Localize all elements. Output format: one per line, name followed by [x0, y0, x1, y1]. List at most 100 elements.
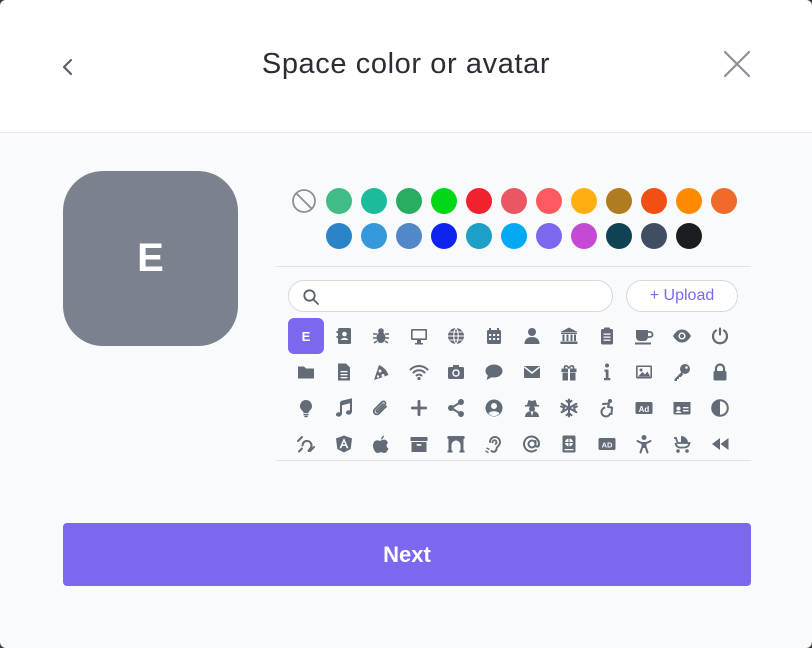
archway-icon	[447, 436, 465, 453]
color-swatch[interactable]	[606, 223, 632, 249]
color-swatch[interactable]	[536, 188, 562, 214]
lightbulb-icon	[300, 400, 312, 418]
icon-option[interactable]	[288, 390, 324, 426]
icon-option[interactable]	[326, 318, 362, 354]
icon-option[interactable]	[702, 390, 738, 426]
ban-icon[interactable]	[290, 187, 318, 215]
color-swatch[interactable]	[711, 188, 737, 214]
icon-option[interactable]	[626, 426, 662, 462]
icon-option[interactable]	[476, 318, 512, 354]
avatar-preview: E	[63, 171, 238, 346]
color-swatch[interactable]	[641, 188, 667, 214]
icon-option[interactable]	[363, 354, 399, 390]
icon-option[interactable]	[326, 426, 362, 462]
coffee-icon	[635, 330, 654, 345]
icon-option[interactable]	[551, 318, 587, 354]
color-swatch[interactable]	[606, 188, 632, 214]
icon-option[interactable]	[702, 354, 738, 390]
icon-option[interactable]	[702, 318, 738, 354]
icon-option[interactable]	[288, 354, 324, 390]
icon-option[interactable]	[551, 390, 587, 426]
color-swatch[interactable]	[501, 223, 527, 249]
icon-option[interactable]: Ad	[626, 390, 662, 426]
icon-option[interactable]	[363, 426, 399, 462]
icon-option[interactable]	[514, 354, 550, 390]
icon-option[interactable]	[702, 426, 738, 462]
backward-icon	[711, 438, 729, 450]
icon-option[interactable]	[401, 390, 437, 426]
icon-option[interactable]	[401, 354, 437, 390]
icon-option[interactable]	[476, 354, 512, 390]
icon-option[interactable]	[626, 354, 662, 390]
icon-option[interactable]	[514, 318, 550, 354]
snowflake-icon	[560, 398, 579, 418]
color-swatch[interactable]	[361, 188, 387, 214]
search-input[interactable]	[327, 286, 602, 306]
baby-icon	[636, 435, 652, 454]
icon-option[interactable]	[363, 318, 399, 354]
color-swatch[interactable]	[396, 188, 422, 214]
icon-option[interactable]	[589, 318, 625, 354]
clipboard-icon	[600, 327, 613, 345]
icon-option[interactable]	[589, 390, 625, 426]
icon-option[interactable]	[514, 390, 550, 426]
color-swatch[interactable]	[466, 188, 492, 214]
icon-option[interactable]	[589, 354, 625, 390]
user-icon	[524, 328, 540, 344]
icon-search[interactable]	[288, 280, 613, 312]
avatar-letter: E	[137, 236, 164, 280]
color-swatch[interactable]	[571, 223, 597, 249]
plus-icon	[410, 400, 427, 416]
icon-option[interactable]: AD	[589, 426, 625, 462]
icon-option[interactable]	[438, 390, 474, 426]
icon-option-letter[interactable]: E	[288, 318, 324, 354]
icon-option[interactable]	[438, 354, 474, 390]
color-swatch[interactable]	[361, 223, 387, 249]
at-icon	[522, 435, 540, 453]
icon-option[interactable]	[551, 354, 587, 390]
color-swatch[interactable]	[676, 223, 702, 249]
music-icon	[335, 398, 352, 417]
gift-icon	[561, 365, 577, 381]
image-icon	[636, 365, 653, 379]
id-card-icon	[673, 402, 691, 415]
icon-option[interactable]	[664, 318, 700, 354]
camera-icon	[448, 365, 465, 379]
color-swatch[interactable]	[501, 188, 527, 214]
icon-option[interactable]	[401, 426, 437, 462]
icon-option[interactable]	[551, 426, 587, 462]
icon-option[interactable]	[438, 318, 474, 354]
document-icon	[337, 363, 350, 381]
divider	[276, 460, 751, 461]
icon-option[interactable]	[288, 426, 324, 462]
color-swatch[interactable]	[571, 188, 597, 214]
color-swatch[interactable]	[326, 223, 352, 249]
next-button[interactable]: Next	[63, 523, 751, 586]
color-swatch[interactable]	[676, 188, 702, 214]
icon-option[interactable]	[326, 354, 362, 390]
icon-option[interactable]	[363, 390, 399, 426]
deaf-icon	[297, 436, 315, 453]
adjust-icon	[710, 399, 729, 417]
upload-button[interactable]: + Upload	[626, 280, 738, 312]
color-swatch[interactable]	[431, 223, 457, 249]
icon-option[interactable]	[401, 318, 437, 354]
space-avatar-modal: Space color or avatar E + Upload E Ad AD N…	[0, 0, 812, 648]
icon-option[interactable]	[664, 426, 700, 462]
color-swatch[interactable]	[466, 223, 492, 249]
icon-option[interactable]	[664, 354, 700, 390]
color-swatch[interactable]	[326, 188, 352, 214]
color-swatch[interactable]	[431, 188, 457, 214]
color-swatch[interactable]	[396, 223, 422, 249]
icon-option[interactable]	[664, 390, 700, 426]
icon-option[interactable]	[626, 318, 662, 354]
icon-option[interactable]	[514, 426, 550, 462]
color-swatch[interactable]	[641, 223, 667, 249]
icon-option[interactable]	[476, 390, 512, 426]
accessible-icon	[600, 399, 613, 418]
icon-option[interactable]	[476, 426, 512, 462]
icon-option[interactable]	[438, 426, 474, 462]
close-icon[interactable]	[720, 47, 754, 81]
color-swatch[interactable]	[536, 223, 562, 249]
icon-option[interactable]	[326, 390, 362, 426]
